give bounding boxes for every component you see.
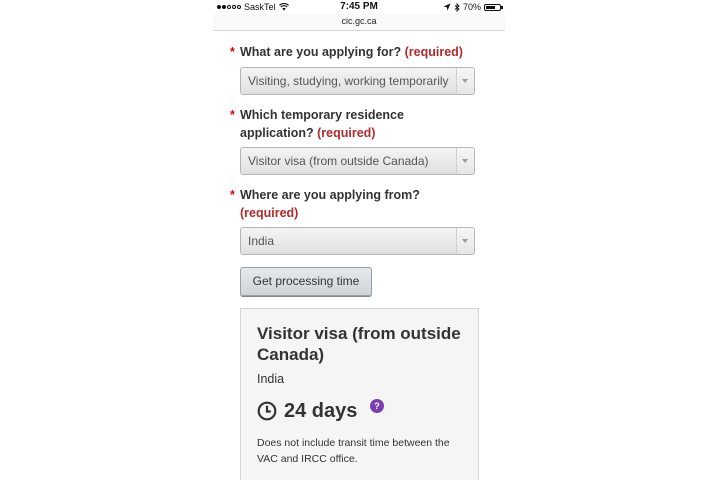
battery-tip [501, 6, 503, 9]
select-value: India [248, 234, 275, 248]
get-processing-time-button[interactable]: Get processing time [240, 267, 372, 296]
required-asterisk: * [230, 188, 235, 202]
status-right: 70% [443, 2, 503, 12]
applying-from-select[interactable]: India [240, 227, 475, 255]
help-icon[interactable]: ? [370, 399, 384, 413]
result-country: India [257, 372, 285, 386]
required-asterisk: * [230, 108, 235, 122]
required-tag: (required) [404, 45, 463, 59]
applying-for-select[interactable]: Visiting, studying, working temporarily [240, 67, 475, 95]
battery-percent: 70% [462, 2, 481, 12]
select-value: Visiting, studying, working temporarily [248, 74, 449, 88]
question-applying-from-label: * Where are you applying from? (required… [230, 186, 445, 222]
result-title: Visitor visa (from outside Canada) [257, 324, 461, 364]
application-type-select[interactable]: Visitor visa (from outside Canada) [240, 147, 475, 175]
required-tag: (required) [317, 126, 376, 140]
required-asterisk: * [230, 45, 235, 59]
required-tag: (required) [240, 206, 299, 220]
question-text: What are you applying for? [240, 45, 402, 59]
address-bar[interactable]: cic.gc.ca [213, 14, 505, 31]
status-bar: SaskTel 7:45 PM 70% [213, 0, 505, 14]
question-text: Where are you applying from? [240, 188, 420, 202]
result-note: Does not include transit time between th… [257, 437, 450, 465]
processing-days: 24 days [284, 399, 358, 422]
chevron-down-icon [456, 148, 474, 174]
bluetooth-icon [454, 2, 460, 12]
chevron-down-icon [456, 228, 474, 254]
url-text: cic.gc.ca [341, 16, 377, 26]
phone-screen: SaskTel 7:45 PM 70% cic.gc.ca * What are… [213, 0, 505, 480]
chevron-down-icon [456, 68, 474, 94]
battery-level [486, 5, 496, 9]
battery-icon [484, 3, 503, 11]
question-applying-for-label: * What are you applying for? (required) [230, 43, 480, 61]
clock-icon [257, 401, 277, 421]
result-panel: Visitor visa (from outside Canada) India… [240, 308, 479, 480]
processing-time: 24 days [257, 398, 357, 424]
location-arrow-icon [443, 3, 451, 11]
select-value: Visitor visa (from outside Canada) [248, 154, 429, 168]
question-application-type-label: * Which temporary residence application?… [230, 106, 480, 142]
